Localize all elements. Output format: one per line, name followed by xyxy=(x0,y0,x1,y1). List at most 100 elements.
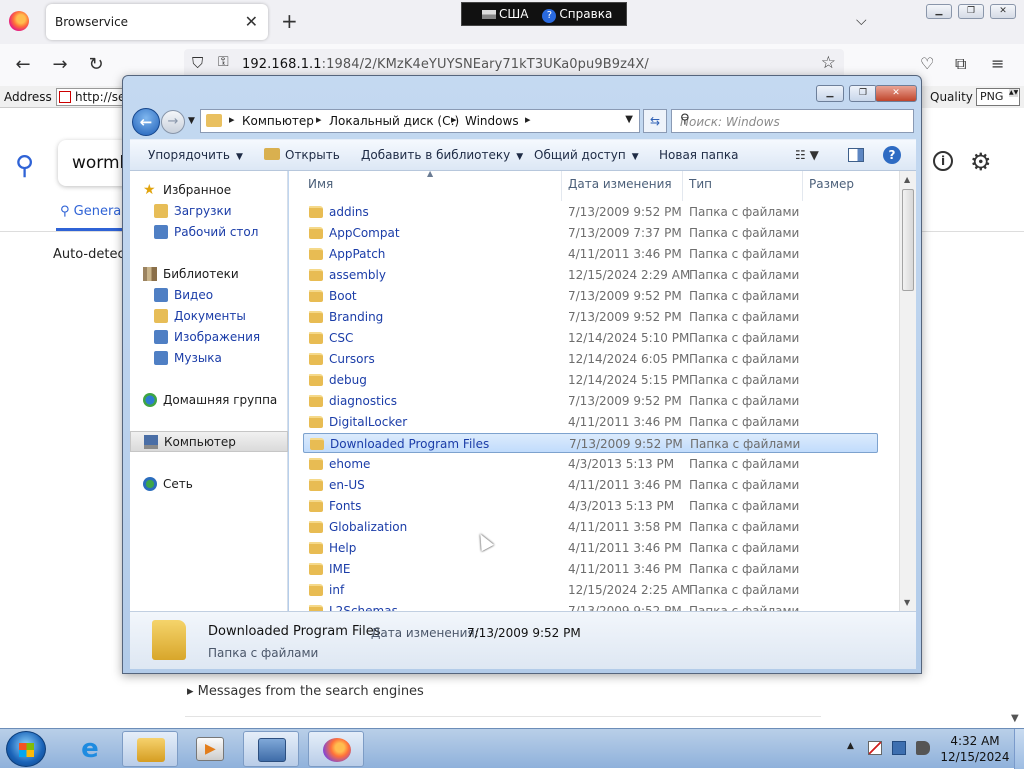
table-row[interactable]: en-US 4/11/2011 3:46 PM Папка с файлами xyxy=(303,475,878,495)
reload-icon[interactable]: ↻ xyxy=(85,54,107,75)
gear-icon[interactable]: ⚙ xyxy=(970,148,992,176)
taskbar-ie[interactable]: e xyxy=(62,731,118,767)
preview-pane-icon[interactable] xyxy=(848,148,864,162)
nav-desktop[interactable]: Рабочий стол xyxy=(130,222,288,243)
add-to-library-button[interactable]: Добавить в библиотеку ▼ xyxy=(361,148,523,162)
nav-video[interactable]: Видео xyxy=(130,285,288,306)
browser-tab[interactable]: Browservice ✕ xyxy=(46,4,268,40)
scroll-down-icon[interactable]: ▼ xyxy=(904,598,910,607)
back-arrow-icon[interactable]: ← xyxy=(12,54,34,75)
nav-music[interactable]: Музыка xyxy=(130,348,288,369)
table-row[interactable]: inf 12/15/2024 2:25 AM Папка с файлами xyxy=(303,580,878,600)
vertical-scrollbar[interactable]: ▲ ▼ xyxy=(899,171,916,611)
connection-icon[interactable]: ⚿ xyxy=(218,54,229,70)
column-separator[interactable] xyxy=(561,171,562,201)
table-row[interactable]: CSC 12/14/2024 5:10 PM Папка с файлами xyxy=(303,328,878,348)
column-header-name[interactable]: Имя xyxy=(308,177,333,191)
help-label[interactable]: Справка xyxy=(559,7,612,21)
search-icon[interactable]: ⚲ xyxy=(680,112,907,127)
table-row[interactable]: IME 4/11/2011 3:46 PM Папка с файлами xyxy=(303,559,878,579)
table-row[interactable]: Globalization 4/11/2011 3:58 PM Папка с фа… xyxy=(303,517,878,537)
address-input[interactable]: http://se xyxy=(56,88,126,106)
table-row[interactable]: Help 4/11/2011 3:46 PM Папка с файлами xyxy=(303,538,878,558)
explorer-minimize-button[interactable]: ▁ xyxy=(816,85,844,102)
organize-button[interactable]: Упорядочить ▼ xyxy=(148,148,243,162)
window-minimize-button[interactable]: ▁ xyxy=(926,4,952,19)
nav-libraries[interactable]: Библиотеки xyxy=(130,264,288,285)
table-row[interactable]: Downloaded Program Files 7/13/2009 9:52 P… xyxy=(303,433,878,453)
start-button[interactable] xyxy=(6,731,46,767)
column-separator[interactable] xyxy=(682,171,683,201)
table-row[interactable]: ehome 4/3/2013 5:13 PM Папка с файлами xyxy=(303,454,878,474)
table-row[interactable]: Cursors 12/14/2024 6:05 PM Папка с файлами xyxy=(303,349,878,369)
menu-icon[interactable]: ≡ xyxy=(991,54,1004,73)
explorer-maximize-button[interactable]: ❐ xyxy=(849,85,877,102)
language-bar[interactable]: США? Справка xyxy=(461,2,627,26)
chevron-right-icon[interactable]: ▸ xyxy=(229,113,235,126)
table-row[interactable]: assembly 12/15/2024 2:29 AM Папка с файлам… xyxy=(303,265,878,285)
chevron-down-icon[interactable]: ▼ xyxy=(625,114,633,125)
forward-arrow-icon[interactable]: → xyxy=(49,54,71,75)
search-input[interactable]: wormhe xyxy=(58,140,141,186)
share-button[interactable]: Общий доступ ▼ xyxy=(534,148,639,162)
tab-close-icon[interactable]: ✕ xyxy=(245,12,258,31)
nav-documents[interactable]: Документы xyxy=(130,306,288,327)
chevron-right-icon[interactable]: ▸ xyxy=(525,113,531,126)
breadcrumb[interactable]: ▸ Компьютер ▸ Локальный диск (C:) ▸ Wind… xyxy=(200,109,640,133)
help-icon[interactable]: ? xyxy=(883,146,901,164)
url-text[interactable]: 192.168.1.1:1984/2/KMzK4eYUYSNEary71kT3U… xyxy=(242,57,649,72)
extensions-icon[interactable]: ⧉ xyxy=(955,54,966,74)
pocket-icon[interactable]: ♡ xyxy=(920,54,934,73)
column-header-size[interactable]: Размер xyxy=(809,177,854,191)
nav-images[interactable]: Изображения xyxy=(130,327,288,348)
chevron-right-icon[interactable]: ▸ xyxy=(316,113,322,126)
scroll-down-icon[interactable]: ▼ xyxy=(1011,713,1019,724)
breadcrumb-windows[interactable]: Windows xyxy=(465,114,519,128)
column-separator[interactable] xyxy=(802,171,803,201)
breadcrumb-computer[interactable]: Компьютер xyxy=(242,114,314,128)
taskbar-explorer[interactable] xyxy=(122,731,178,767)
volume-muted-icon[interactable] xyxy=(916,741,930,755)
list-tabs-icon[interactable]: ⌵ xyxy=(856,13,867,29)
view-options-icon[interactable]: ☷ ▼ xyxy=(795,148,819,162)
nav-network[interactable]: Сеть xyxy=(130,474,288,495)
open-button[interactable]: Открыть xyxy=(264,148,340,162)
back-arrow-icon[interactable]: ← xyxy=(132,108,160,136)
column-header-type[interactable]: Тип xyxy=(689,177,712,191)
table-row[interactable]: addins 7/13/2009 9:52 PM Папка с файлами xyxy=(303,202,878,222)
nav-computer[interactable]: Компьютер xyxy=(130,431,288,452)
nav-favorites[interactable]: ★ Избранное xyxy=(130,180,288,201)
shield-icon[interactable]: ⛉ xyxy=(192,54,203,72)
refresh-button[interactable]: ⇆ xyxy=(643,109,667,133)
action-center-icon[interactable] xyxy=(868,741,882,755)
show-desktop-button[interactable] xyxy=(1014,729,1024,769)
history-dropdown-icon[interactable]: ▼ xyxy=(188,116,195,126)
breadcrumb-drive[interactable]: Локальный диск (C:) xyxy=(329,114,459,128)
chevron-right-icon[interactable]: ▸ xyxy=(451,113,457,126)
new-folder-button[interactable]: Новая папка xyxy=(659,148,738,162)
table-row[interactable]: diagnostics 7/13/2009 9:52 PM Папка с файл… xyxy=(303,391,878,411)
tray-expand-icon[interactable]: ▲ xyxy=(847,741,854,751)
window-close-button[interactable]: ✕ xyxy=(990,4,1016,19)
table-row[interactable]: debug 12/14/2024 5:15 PM Папка с файлами xyxy=(303,370,878,390)
clock[interactable]: 4:32 AM 12/15/2024 xyxy=(940,733,1010,765)
table-row[interactable]: Fonts 4/3/2013 5:13 PM Папка с файлами xyxy=(303,496,878,516)
scroll-up-icon[interactable]: ▲ xyxy=(904,175,910,184)
table-row[interactable]: Boot 7/13/2009 9:52 PM Папка с файлами xyxy=(303,286,878,306)
new-tab-button[interactable]: + xyxy=(281,9,298,33)
taskbar-control-panel[interactable] xyxy=(243,731,299,767)
explorer-search-input[interactable]: Поиск: Windows ⚲ xyxy=(671,109,914,133)
nav-homegroup[interactable]: Домашняя группа xyxy=(130,390,288,411)
firefox-logo-icon[interactable] xyxy=(9,11,29,31)
table-row[interactable]: AppPatch 4/11/2011 3:46 PM Папка с файлами xyxy=(303,244,878,264)
table-row[interactable]: L2Schemas 7/13/2009 9:52 PM Папка с файлам… xyxy=(303,601,878,611)
language-indicator[interactable]: США xyxy=(499,7,528,21)
bookmark-star-icon[interactable]: ☆ xyxy=(821,53,836,73)
quality-select[interactable]: PNG xyxy=(976,88,1020,106)
taskbar-firefox[interactable] xyxy=(308,731,364,767)
tab-general[interactable]: ⚲ Genera xyxy=(56,204,126,231)
table-row[interactable]: DigitalLocker 4/11/2011 3:46 PM Папка с фа… xyxy=(303,412,878,432)
info-icon[interactable]: i xyxy=(933,151,953,171)
window-maximize-button[interactable]: ❐ xyxy=(958,4,984,19)
explorer-close-button[interactable]: ✕ xyxy=(875,85,917,102)
